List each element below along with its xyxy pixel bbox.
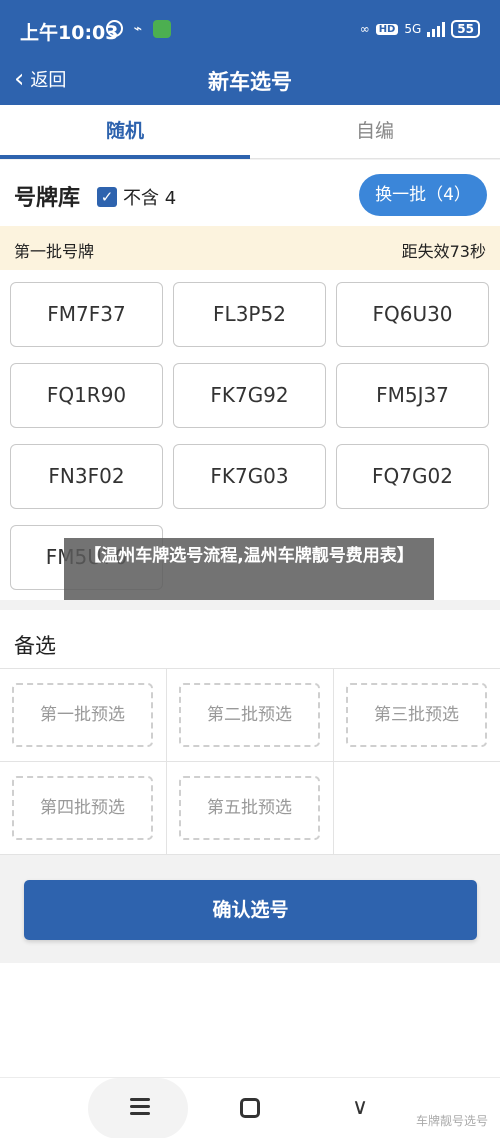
plate-option[interactable]: FM7F37 <box>10 282 163 347</box>
status-notification-icons: ⌁ <box>106 20 171 38</box>
batch-name: 第一批号牌 <box>14 242 95 261</box>
plate-option[interactable]: FQ7G02 <box>336 444 489 509</box>
alternates-title: 备选 <box>14 634 56 658</box>
alternate-slot[interactable]: 第三批预选 <box>346 683 487 747</box>
alarm-icon <box>106 20 123 37</box>
plate-option[interactable]: FK7G92 <box>173 363 326 428</box>
alternate-cell: 第二批预选 <box>167 669 334 762</box>
tab-bar: 随机 自编 <box>0 105 500 159</box>
alternates-card: 备选 第一批预选 第二批预选 第三批预选 第四批预选 第五批预选 <box>0 610 500 855</box>
plate-option[interactable]: FM5J37 <box>336 363 489 428</box>
content-spacer <box>0 963 500 1077</box>
back-icon[interactable]: ∨ <box>345 1094 375 1124</box>
plate-pool-title: 号牌库 <box>14 186 81 211</box>
plate-option[interactable]: FQ1R90 <box>10 363 163 428</box>
system-navigation-bar: ∨ 车牌靓号选号 <box>0 1077 500 1138</box>
status-system-icons: ∞ HD 5G 55 <box>360 20 480 38</box>
alternate-cell-empty <box>334 762 500 855</box>
nav-bar: ‹ 返回 新车选号 <box>0 60 500 105</box>
alternate-slot[interactable]: 第二批预选 <box>179 683 320 747</box>
menu-icon[interactable] <box>125 1094 155 1124</box>
exclude-four-checkbox[interactable]: ✓ 不含 4 <box>97 184 176 210</box>
watermark: 车牌靓号选号 <box>415 1114 488 1128</box>
network-type: 5G <box>404 22 422 36</box>
battery-icon: 55 <box>451 20 480 38</box>
hd-badge: HD <box>375 23 399 35</box>
link-icon: ∞ <box>359 22 370 36</box>
payment-app-icon: ⌁ <box>133 21 143 37</box>
plate-option[interactable]: FK7G03 <box>173 444 326 509</box>
signal-icon <box>427 21 446 37</box>
exclude-four-label: 不含 4 <box>123 188 177 209</box>
app-notification-icon <box>153 20 171 38</box>
plate-option[interactable]: FN3F02 <box>10 444 163 509</box>
status-bar: 上午10:03 ⌁ ∞ HD 5G 55 <box>0 0 500 60</box>
alternate-slot[interactable]: 第四批预选 <box>12 776 153 840</box>
tab-custom[interactable]: 自编 <box>250 105 500 158</box>
alternate-cell: 第四批预选 <box>0 762 167 855</box>
alternate-cell: 第三批预选 <box>334 669 500 762</box>
status-time: 上午10:03 <box>20 22 119 44</box>
plate-pool-card: 号牌库 ✓ 不含 4 换一批（4） 第一批号牌 距失效73秒 FM7F37 FL… <box>0 160 500 600</box>
alternate-cell: 第五批预选 <box>167 762 334 855</box>
alternate-slot[interactable]: 第五批预选 <box>179 776 320 840</box>
plate-option[interactable]: FL3P52 <box>173 282 326 347</box>
page-title: 新车选号 <box>208 70 292 94</box>
alternates-grid: 第一批预选 第二批预选 第三批预选 第四批预选 第五批预选 <box>0 668 500 855</box>
check-icon: ✓ <box>97 187 117 207</box>
tab-random[interactable]: 随机 <box>0 105 250 159</box>
expiry-countdown: 距失效73秒 <box>401 242 486 261</box>
caption-overlay: 【温州车牌选号流程,温州车牌靓号费用表】 <box>64 538 434 600</box>
confirm-selection-button[interactable]: 确认选号 <box>24 880 477 940</box>
plate-option[interactable]: FQ6U30 <box>336 282 489 347</box>
alternate-cell: 第一批预选 <box>0 669 167 762</box>
refresh-batch-button[interactable]: 换一批（4） <box>359 174 487 216</box>
alternate-slot[interactable]: 第一批预选 <box>12 683 153 747</box>
home-icon[interactable] <box>235 1094 265 1124</box>
batch-header: 第一批号牌 距失效73秒 <box>0 226 500 270</box>
